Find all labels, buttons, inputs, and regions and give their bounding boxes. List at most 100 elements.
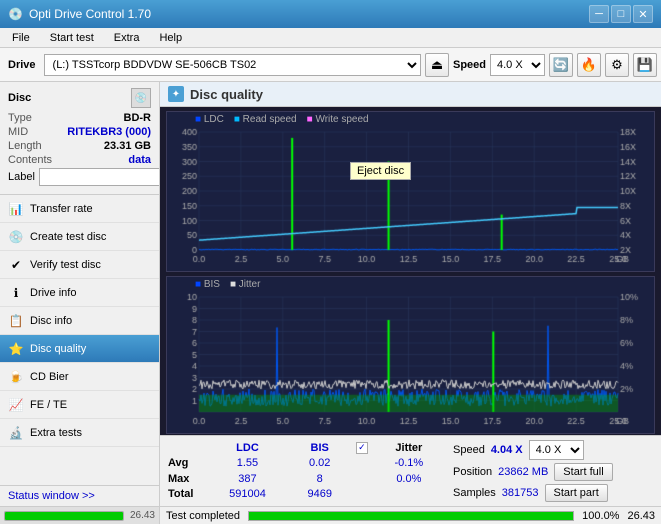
jitter-checkbox[interactable]: ✓ bbox=[356, 442, 368, 454]
menu-file[interactable]: File bbox=[4, 30, 38, 46]
max-ldc: 387 bbox=[211, 471, 283, 487]
avg-label: Avg bbox=[168, 456, 211, 472]
jitter-legend: ■ Jitter bbox=[230, 279, 261, 290]
sidebar: Disc 💿 Type BD-R MID RITEKBR3 (000) Leng… bbox=[0, 82, 160, 524]
nav-cd-bier[interactable]: 🍺 CD Bier bbox=[0, 363, 159, 391]
eject-button[interactable]: ⏏ bbox=[425, 53, 449, 77]
max-jitter: 0.0% bbox=[373, 471, 445, 487]
nav-transfer-rate-label: Transfer rate bbox=[30, 203, 93, 215]
disc-info-icon: 📋 bbox=[8, 313, 24, 329]
status-progress-outer bbox=[248, 511, 574, 521]
bis-header: BIS bbox=[284, 440, 356, 456]
speed-row: Speed 4.04 X 4.0 X 2.0 X bbox=[453, 440, 653, 460]
disc-mid-value: RITEKBR3 (000) bbox=[67, 126, 151, 138]
maximize-button[interactable]: □ bbox=[611, 5, 631, 23]
nav-verify-test-disc[interactable]: ✔ Verify test disc bbox=[0, 251, 159, 279]
content-icon: ✦ bbox=[168, 86, 184, 102]
nav-extra-tests[interactable]: 🔬 Extra tests bbox=[0, 419, 159, 447]
ldc-legend: ■ LDC bbox=[195, 114, 224, 125]
status-percent: 100.0% bbox=[582, 510, 619, 522]
stats-table: LDC BIS ✓ Jitter Avg 1.55 0.02 -0.1% Max bbox=[168, 440, 445, 502]
titlebar-controls: ─ □ ✕ bbox=[589, 5, 653, 23]
disc-header: Disc 💿 bbox=[8, 88, 151, 108]
read-speed-legend: ■ Read speed bbox=[234, 114, 297, 125]
refresh-button[interactable]: 🔄 bbox=[549, 53, 573, 77]
max-label: Max bbox=[168, 471, 211, 487]
nav-disc-quality[interactable]: ⭐ Disc quality bbox=[0, 335, 159, 363]
nav-fe-te-label: FE / TE bbox=[30, 399, 67, 411]
progress-bar-area: 26.43 bbox=[0, 506, 159, 524]
disc-length-label: Length bbox=[8, 140, 42, 152]
menubar: File Start test Extra Help bbox=[0, 28, 661, 48]
nav-disc-info-label: Disc info bbox=[30, 315, 72, 327]
app-icon: 💿 bbox=[8, 7, 23, 21]
nav-fe-te[interactable]: 📈 FE / TE bbox=[0, 391, 159, 419]
status-text: Test completed bbox=[166, 510, 240, 522]
content-title: Disc quality bbox=[190, 87, 263, 102]
total-ldc: 591004 bbox=[211, 487, 283, 503]
main-layout: Disc 💿 Type BD-R MID RITEKBR3 (000) Leng… bbox=[0, 82, 661, 524]
charts-area: ■ LDC ■ Read speed ■ Write speed ■ BIS ■… bbox=[160, 107, 661, 435]
nav-cd-bier-label: CD Bier bbox=[30, 371, 69, 383]
nav-transfer-rate[interactable]: 📊 Transfer rate bbox=[0, 195, 159, 223]
top-chart-canvas bbox=[167, 112, 654, 268]
total-bis: 9469 bbox=[284, 487, 356, 503]
menu-start-test[interactable]: Start test bbox=[42, 30, 102, 46]
close-button[interactable]: ✕ bbox=[633, 5, 653, 23]
disc-label-label: Label bbox=[8, 171, 35, 183]
status-progress-inner bbox=[249, 512, 573, 520]
nav-drive-info[interactable]: ℹ Drive info bbox=[0, 279, 159, 307]
disc-type-label: Type bbox=[8, 112, 32, 124]
start-part-button[interactable]: Start part bbox=[545, 484, 608, 502]
speed-sel[interactable]: 4.0 X 2.0 X bbox=[529, 440, 584, 460]
avg-ldc: 1.55 bbox=[211, 456, 283, 472]
nav-create-test-disc-label: Create test disc bbox=[30, 231, 106, 243]
disc-contents-label: Contents bbox=[8, 154, 52, 166]
disc-length-value: 23.31 GB bbox=[104, 140, 151, 152]
disc-quality-icon: ⭐ bbox=[8, 341, 24, 357]
speed-label: Speed bbox=[453, 59, 486, 71]
minimize-button[interactable]: ─ bbox=[589, 5, 609, 23]
disc-title: Disc bbox=[8, 92, 31, 104]
total-label: Total bbox=[168, 487, 211, 503]
stats-avg-row: Avg 1.55 0.02 -0.1% bbox=[168, 456, 445, 472]
nav-create-test-disc[interactable]: 💿 Create test disc bbox=[0, 223, 159, 251]
top-chart-legend: ■ LDC ■ Read speed ■ Write speed bbox=[195, 114, 369, 125]
disc-label-input[interactable] bbox=[39, 168, 160, 186]
disc-type-value: BD-R bbox=[124, 112, 152, 124]
nav-disc-quality-label: Disc quality bbox=[30, 343, 86, 355]
disc-icon-button[interactable]: 💿 bbox=[131, 88, 151, 108]
progress-bar-inner bbox=[5, 512, 123, 520]
settings-button[interactable]: ⚙ bbox=[605, 53, 629, 77]
menu-help[interactable]: Help bbox=[151, 30, 190, 46]
avg-jitter: -0.1% bbox=[373, 456, 445, 472]
avg-bis: 0.02 bbox=[284, 456, 356, 472]
position-label: Position bbox=[453, 466, 492, 478]
disc-mid-row: MID RITEKBR3 (000) bbox=[8, 126, 151, 138]
bottom-chart-legend: ■ BIS ■ Jitter bbox=[195, 279, 260, 290]
stats-max-row: Max 387 8 0.0% bbox=[168, 471, 445, 487]
start-full-button[interactable]: Start full bbox=[554, 463, 612, 481]
bis-legend: ■ BIS bbox=[195, 279, 220, 290]
status-bar: Test completed 100.0% 26.43 bbox=[160, 506, 661, 524]
disc-panel: Disc 💿 Type BD-R MID RITEKBR3 (000) Leng… bbox=[0, 82, 159, 195]
progress-bar-outer bbox=[4, 511, 124, 521]
drive-select[interactable]: (L:) TSSTcorp BDDVDW SE-506CB TS02 bbox=[44, 54, 421, 76]
drive-label: Drive bbox=[4, 59, 40, 71]
burn-button[interactable]: 🔥 bbox=[577, 53, 601, 77]
samples-label: Samples bbox=[453, 487, 496, 499]
disc-type-row: Type BD-R bbox=[8, 112, 151, 124]
status-window-label: Status window >> bbox=[8, 490, 95, 502]
cd-bier-icon: 🍺 bbox=[8, 369, 24, 385]
create-test-disc-icon: 💿 bbox=[8, 229, 24, 245]
speed-select[interactable]: 4.0 X 2.0 X 1.0 X bbox=[490, 54, 545, 76]
stats-area: LDC BIS ✓ Jitter Avg 1.55 0.02 -0.1% Max bbox=[160, 435, 661, 506]
save-button[interactable]: 💾 bbox=[633, 53, 657, 77]
nav-extra-tests-label: Extra tests bbox=[30, 427, 82, 439]
nav-disc-info[interactable]: 📋 Disc info bbox=[0, 307, 159, 335]
content-header: ✦ Disc quality bbox=[160, 82, 661, 107]
disc-contents-row: Contents data bbox=[8, 154, 151, 166]
samples-value: 381753 bbox=[502, 487, 539, 499]
menu-extra[interactable]: Extra bbox=[106, 30, 148, 46]
status-window-button[interactable]: Status window >> bbox=[0, 485, 159, 506]
